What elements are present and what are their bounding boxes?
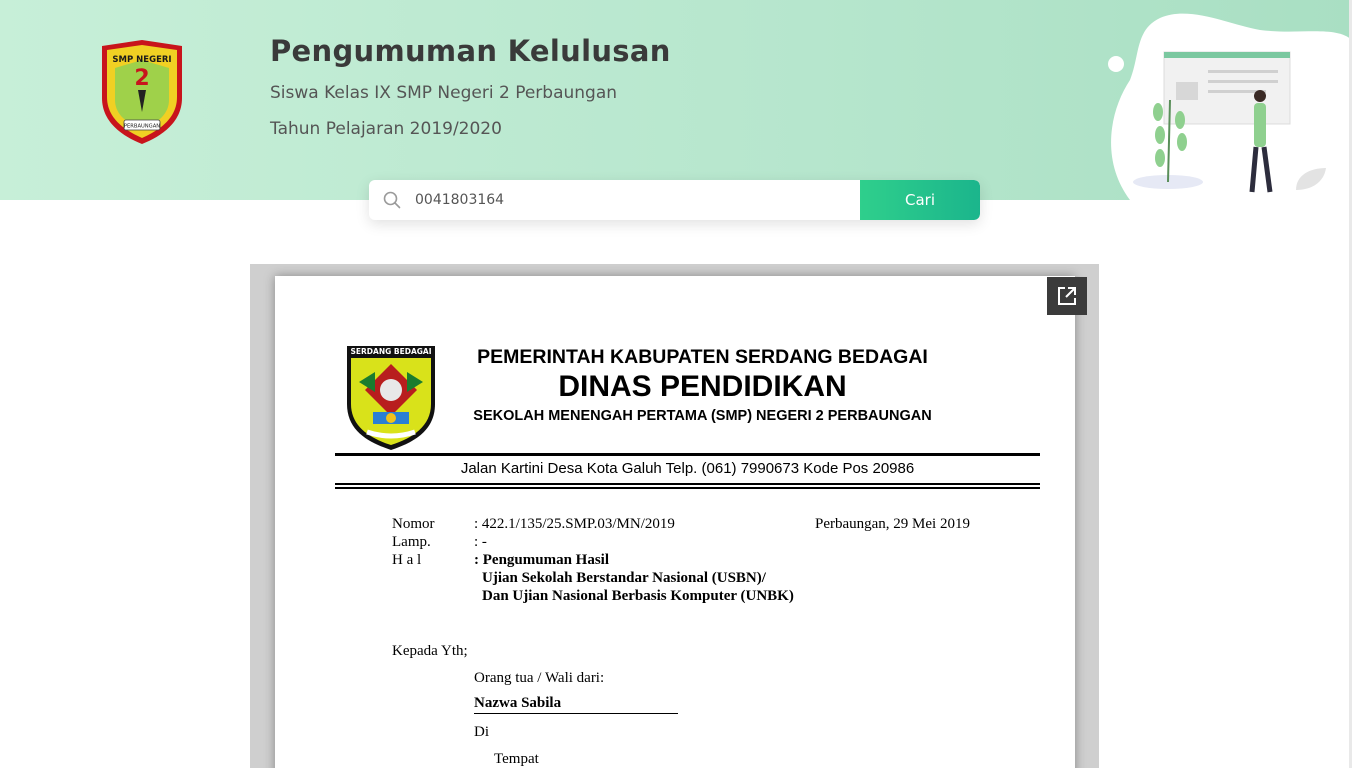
open-in-new-icon	[1058, 287, 1076, 305]
serdang-bedagai-logo: SERDANG BEDAGAI	[347, 346, 435, 450]
letterhead-double-rule	[335, 487, 1040, 489]
hal-label: H a l	[392, 552, 422, 568]
page-title: Pengumuman Kelulusan	[270, 34, 671, 68]
search-icon	[369, 180, 415, 220]
page-subtitle-class: Siswa Kelas IX SMP Negeri 2 Perbaungan	[270, 83, 618, 103]
lamp-label: Lamp.	[392, 534, 431, 550]
logo-text-top: SMP NEGERI	[112, 55, 171, 65]
lamp-value: : -	[474, 534, 487, 550]
hal-value-line1: : Pengumuman Hasil	[474, 552, 610, 568]
letterhead-address: Jalan Kartini Desa Kota Galuh Telp. (061…	[460, 460, 915, 477]
header-illustration	[1108, 13, 1352, 200]
recipient-label: Orang tua / Wali dari:	[474, 670, 605, 686]
gov-logo-caption: SERDANG BEDAGAI	[351, 347, 432, 356]
salutation: Kepada Yth;	[392, 643, 468, 659]
nomor-value: : 422.1/135/25.SMP.03/MN/2019	[474, 516, 675, 532]
page-subtitle-year: Tahun Pelajaran 2019/2020	[270, 119, 502, 139]
document-page: SERDANG BEDAGAI PEMERINTAH KABUPATEN SER…	[275, 276, 1075, 768]
hal-value-line3: Dan Ujian Nasional Berbasis Komputer (UN…	[482, 588, 794, 604]
search-bar: Cari	[369, 180, 980, 220]
letterhead-office: DINAS PENDIDIKAN	[558, 370, 847, 403]
search-input[interactable]	[415, 180, 860, 220]
letterhead-double-rule	[335, 483, 1040, 485]
student-name: Nazwa Sabila	[474, 695, 678, 714]
tempat-label: Tempat	[494, 751, 539, 767]
search-button[interactable]: Cari	[860, 180, 980, 220]
school-logo: SMP NEGERI 2 PERBAUNGAN	[102, 40, 182, 144]
di-label: Di	[474, 724, 489, 740]
letterhead-government: PEMERINTAH KABUPATEN SERDANG BEDAGAI	[477, 346, 928, 368]
open-in-new-button[interactable]	[1047, 277, 1087, 315]
logo-text-bottom: PERBAUNGAN	[124, 124, 160, 130]
letterhead-school: SEKOLAH MENENGAH PERTAMA (SMP) NEGERI 2 …	[473, 408, 932, 424]
hal-value-line2: Ujian Sekolah Berstandar Nasional (USBN)…	[482, 570, 766, 586]
pdf-viewer[interactable]: SERDANG BEDAGAI PEMERINTAH KABUPATEN SER…	[250, 264, 1099, 768]
logo-number: 2	[134, 66, 149, 91]
nomor-label: Nomor	[392, 516, 435, 532]
letterhead-rule	[335, 453, 1040, 456]
place-date: Perbaungan, 29 Mei 2019	[815, 516, 970, 532]
